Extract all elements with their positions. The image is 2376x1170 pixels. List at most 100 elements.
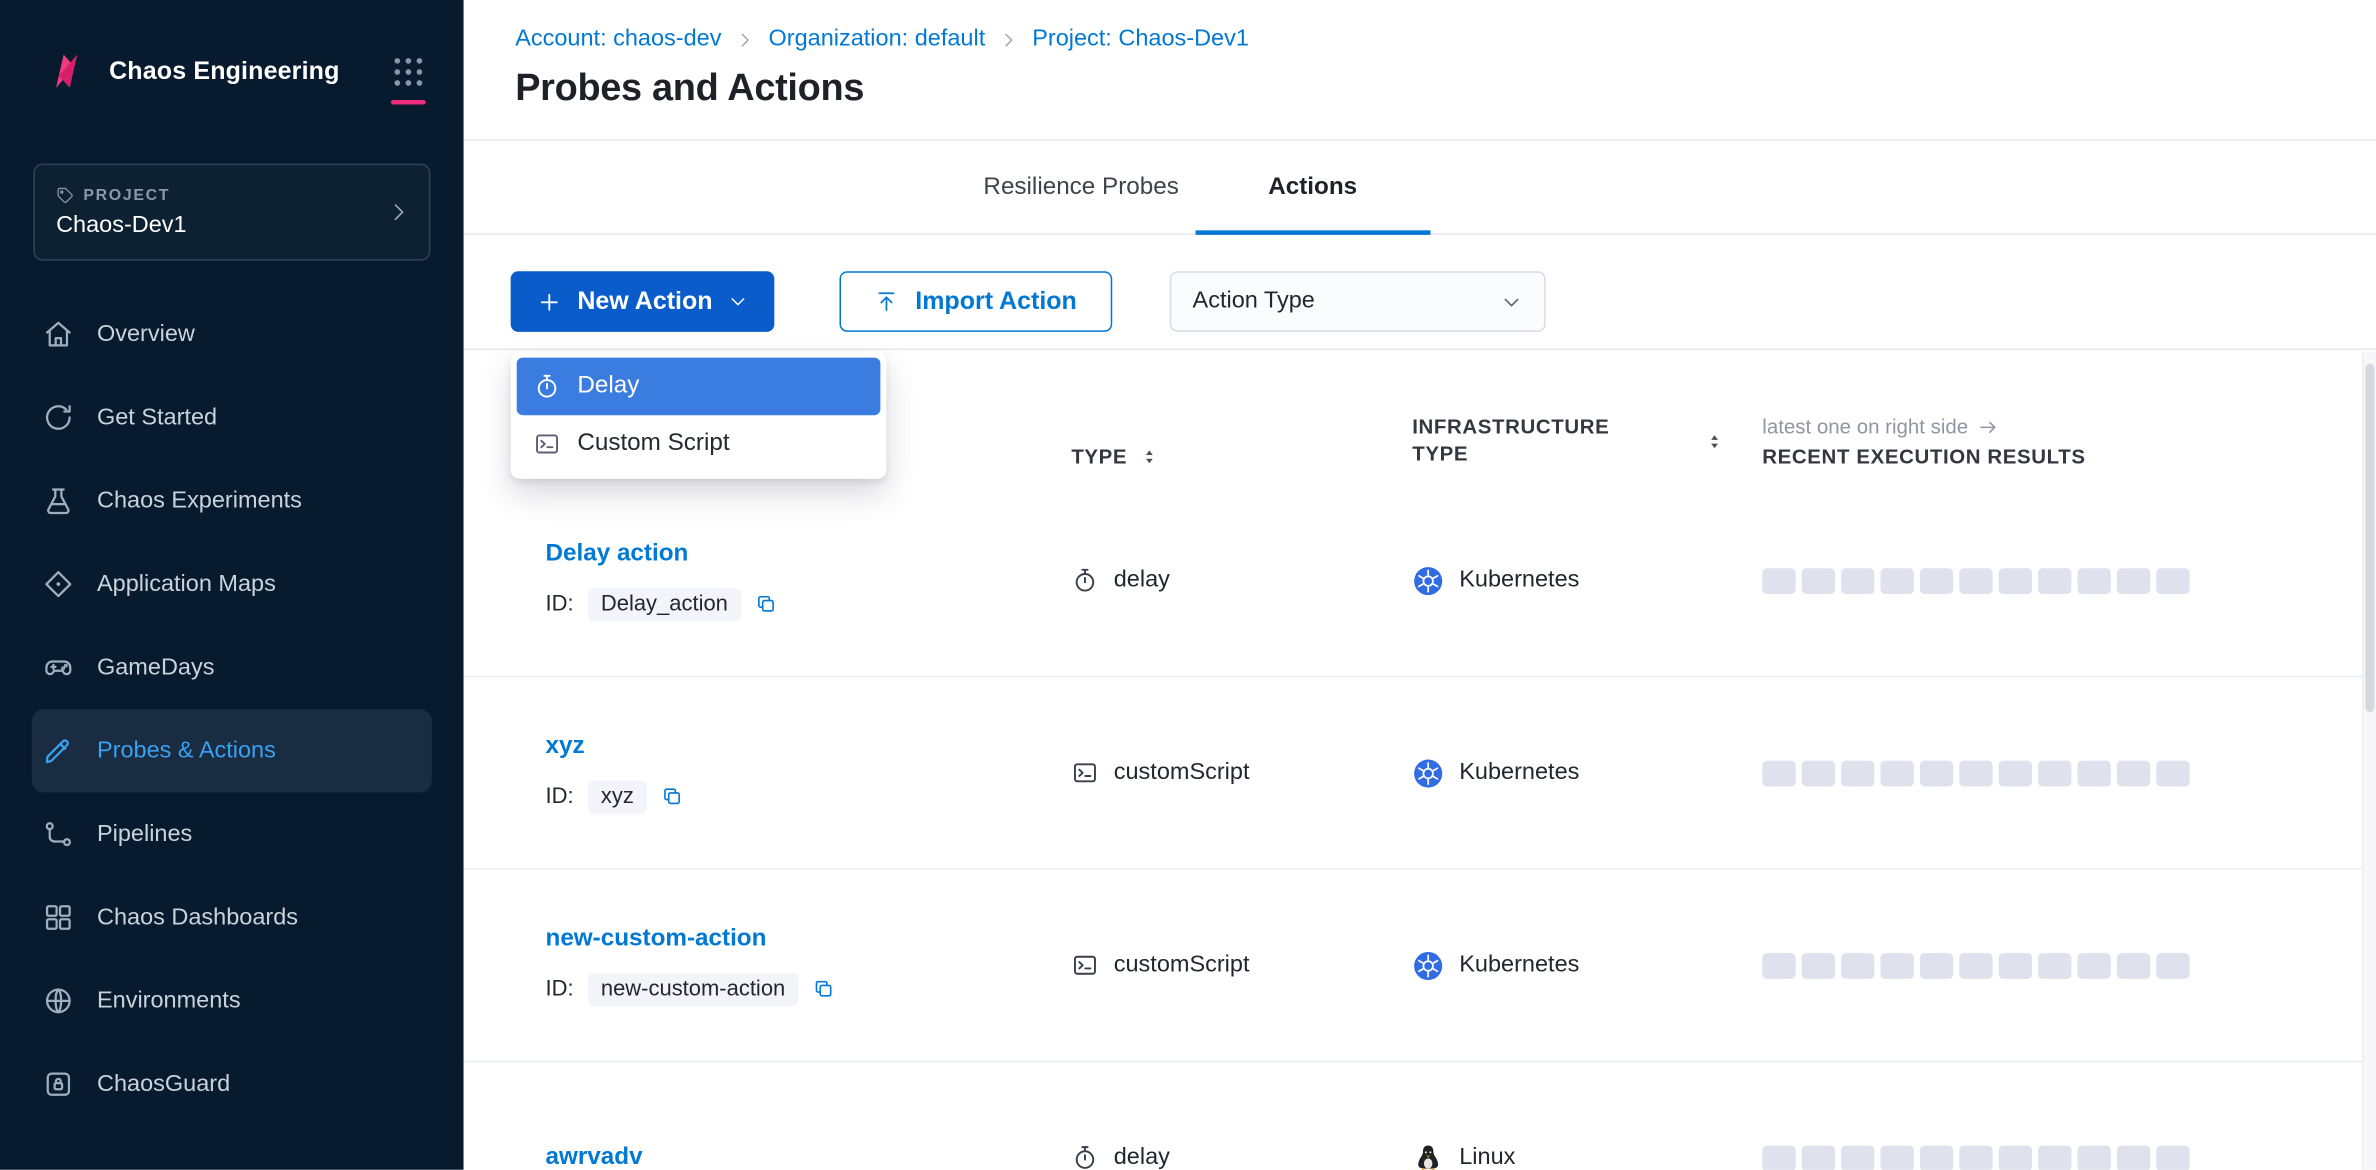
tab-actions[interactable]: Actions — [1268, 141, 1357, 233]
project-selector[interactable]: PROJECT Chaos-Dev1 — [33, 164, 430, 261]
action-type-value: customScript — [1114, 759, 1250, 786]
sidebar-item-probes-actions[interactable]: Probes & Actions — [32, 709, 432, 792]
sidebar-item-label: GameDays — [97, 654, 214, 681]
action-name-link[interactable]: xyz — [546, 733, 585, 760]
column-header-type: TYPE — [1071, 446, 1127, 469]
execution-result-placeholder — [2038, 1145, 2071, 1170]
menu-item-delay[interactable]: Delay — [517, 358, 881, 416]
execution-result-placeholder — [1959, 760, 1992, 786]
execution-result-placeholder — [1999, 952, 2032, 978]
execution-result-placeholder — [1802, 1145, 1835, 1170]
chevron-right-icon — [735, 30, 755, 50]
actions-table: Delay actionID:Delay_actiondelayKubernet… — [464, 485, 2376, 1170]
sidebar-nav: Overview Get Started Chaos Experiments Appl… — [0, 292, 464, 1125]
execution-result-placeholder — [1880, 952, 1913, 978]
sidebar-item-overview[interactable]: Overview — [0, 292, 464, 375]
execution-result-placeholder — [2077, 567, 2110, 593]
scrollbar[interactable] — [2362, 352, 2376, 1170]
stopwatch-icon — [1071, 1144, 1098, 1170]
page-title: Probes and Actions — [515, 67, 864, 111]
dashboard-icon — [42, 902, 74, 934]
action-name-link[interactable]: new-custom-action — [546, 925, 767, 952]
sidebar-item-label: Pipelines — [97, 821, 192, 848]
infrastructure-value: Kubernetes — [1459, 567, 1579, 594]
breadcrumb-link[interactable]: Project: Chaos-Dev1 — [1032, 26, 1249, 53]
execution-result-placeholder — [1959, 952, 1992, 978]
execution-result-placeholder — [1920, 567, 1953, 593]
home-icon — [42, 318, 74, 350]
sidebar-item-chaos-experiments[interactable]: Chaos Experiments — [0, 459, 464, 542]
execution-result-placeholder — [1920, 952, 1953, 978]
action-type-select[interactable]: Action Type — [1170, 271, 1546, 332]
execution-result-placeholder — [1880, 567, 1913, 593]
breadcrumb-link[interactable]: Account: chaos-dev — [515, 26, 721, 53]
execution-result-placeholder — [2117, 760, 2150, 786]
action-type-value: customScript — [1114, 952, 1250, 979]
execution-result-placeholder — [1802, 567, 1835, 593]
sidebar-item-environments[interactable]: Environments — [0, 959, 464, 1042]
chevron-down-icon — [728, 291, 749, 312]
chaos-engineering-logo-icon — [42, 47, 90, 95]
id-label: ID: — [546, 977, 574, 1001]
apps-grid-icon[interactable] — [389, 52, 427, 90]
execution-result-placeholder — [1920, 760, 1953, 786]
execution-result-placeholder — [1841, 1145, 1874, 1170]
action-type-value: delay — [1114, 1144, 1170, 1170]
sort-icon[interactable] — [1138, 446, 1161, 469]
sidebar-item-application-maps[interactable]: Application Maps — [0, 542, 464, 625]
execution-result-placeholder — [2077, 760, 2110, 786]
action-type-value: delay — [1114, 567, 1170, 594]
copy-icon[interactable] — [661, 785, 684, 808]
pipeline-icon — [42, 818, 74, 850]
sidebar-item-label: Environments — [97, 987, 241, 1014]
shield-icon — [42, 1068, 74, 1100]
action-name-link[interactable]: Delay action — [546, 540, 689, 567]
copy-icon[interactable] — [813, 977, 836, 1000]
get-started-icon — [42, 402, 74, 434]
copy-icon[interactable] — [755, 592, 778, 615]
sidebar-item-gamedays[interactable]: GameDays — [0, 626, 464, 709]
stopwatch-icon — [1071, 567, 1098, 594]
execution-result-placeholder — [2038, 952, 2071, 978]
sidebar-item-chaosguard[interactable]: ChaosGuard — [0, 1043, 464, 1126]
flask-icon — [42, 485, 74, 517]
script-icon — [1071, 952, 1098, 979]
breadcrumb: Account: chaos-dev Organization: default P… — [515, 26, 1249, 53]
kubernetes-icon — [1412, 757, 1444, 789]
tab-resilience-probes[interactable]: Resilience Probes — [983, 141, 1178, 233]
import-icon — [874, 289, 898, 313]
chevron-right-icon — [999, 30, 1019, 50]
scrollbar-thumb[interactable] — [2365, 364, 2374, 713]
new-action-dropdown-menu: DelayCustom Script — [511, 352, 887, 479]
column-header-infrastructure-type: INFRASTRUCTURE TYPE — [1412, 414, 1639, 469]
table-row: Delay actionID:Delay_actiondelayKubernet… — [464, 485, 2376, 677]
execution-result-placeholder — [1762, 567, 1795, 593]
sidebar-item-label: Application Maps — [97, 571, 276, 598]
execution-result-placeholder — [2038, 567, 2071, 593]
execution-result-placeholder — [1880, 1145, 1913, 1170]
sidebar-item-pipelines[interactable]: Pipelines — [0, 793, 464, 876]
table-row: xyzID:xyzcustomScriptKubernetes — [464, 677, 2376, 869]
execution-result-placeholder — [1920, 1145, 1953, 1170]
execution-result-placeholder — [1762, 760, 1795, 786]
execution-result-placeholder — [2156, 760, 2189, 786]
import-action-button[interactable]: Import Action — [839, 271, 1111, 332]
sidebar-item-label: Get Started — [97, 404, 217, 431]
execution-result-placeholder — [1762, 952, 1795, 978]
action-name-link[interactable]: awrvadv — [546, 1144, 643, 1170]
execution-result-placeholder — [1762, 1145, 1795, 1170]
breadcrumb-link[interactable]: Organization: default — [768, 26, 985, 53]
sidebar-item-chaos-dashboards[interactable]: Chaos Dashboards — [0, 876, 464, 959]
sidebar-item-label: ChaosGuard — [97, 1071, 230, 1098]
action-id-chip: Delay_action — [587, 587, 741, 620]
arrow-right-icon — [1977, 416, 1998, 437]
action-id-chip: xyz — [587, 780, 647, 813]
execution-result-placeholder — [1959, 567, 1992, 593]
map-icon — [42, 568, 74, 600]
new-action-button[interactable]: New Action — [511, 271, 775, 332]
app-title: Chaos Engineering — [109, 57, 339, 86]
sort-icon[interactable] — [1703, 430, 1726, 453]
menu-item-custom-script[interactable]: Custom Script — [517, 415, 881, 473]
sidebar-item-get-started[interactable]: Get Started — [0, 376, 464, 459]
execution-result-placeholder — [1999, 1145, 2032, 1170]
